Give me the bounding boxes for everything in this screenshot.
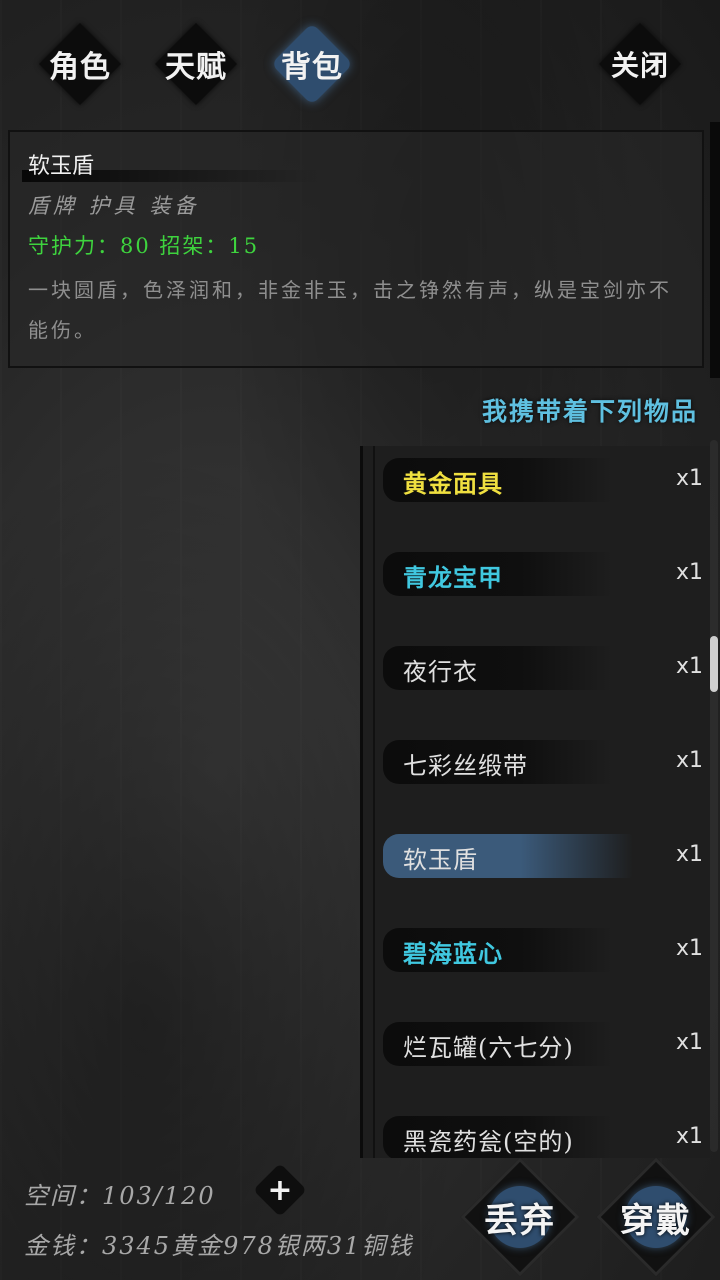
inventory-item-name: 烂瓦罐(六七分) [403,1034,574,1062]
inventory-scroll-thumb[interactable] [710,636,718,692]
inventory-item[interactable]: 青龙宝甲 x1 [383,546,710,602]
inventory-title: 我携带着下列物品 [481,397,698,426]
tab-backpack[interactable]: 背包 [270,22,354,106]
discard-label: 丢弃 [484,1200,556,1241]
item-detail-name: 软玉盾 [28,154,95,179]
inventory-item-selected[interactable]: 软玉盾 x1 [383,828,710,884]
inventory-item-qty: x1 [675,466,703,491]
tab-label: 天赋 [165,50,227,85]
inventory-item-qty: x1 [675,748,703,773]
list-divider [373,446,375,1158]
plus-icon: + [267,1172,293,1208]
inventory-item-qty: x1 [675,1030,703,1055]
inventory-item[interactable]: 黑瓷药瓮(空的) x1 [383,1110,710,1158]
expand-space-button[interactable]: + [253,1163,307,1217]
tab-talent[interactable]: 天赋 [154,22,238,106]
inventory-item[interactable]: 碧海蓝心 x1 [383,922,710,978]
item-detail-stats: 守护力：80 招架：15 [28,234,260,258]
inventory-item-name: 七彩丝缎带 [403,752,528,780]
inventory-item-name: 碧海蓝心 [403,939,503,968]
close-button[interactable]: 关闭 [598,22,682,106]
panel-edge [710,122,720,378]
inventory-scrollbar[interactable] [710,440,718,1152]
inventory-item-qty: x1 [675,1124,703,1149]
inventory-item-name: 黄金面具 [403,469,503,498]
inventory-item[interactable]: 烂瓦罐(六七分) x1 [383,1016,710,1072]
equip-button[interactable]: 穿戴 [596,1157,716,1277]
inventory-list[interactable]: 黄金面具 x1 青龙宝甲 x1 夜行衣 x1 七彩丝缎带 x1 软玉盾 x1 碧… [360,446,710,1158]
inventory-item-qty: x1 [675,936,703,961]
tab-character[interactable]: 角色 [38,22,122,106]
inventory-item-name: 黑瓷药瓮(空的) [403,1128,574,1156]
close-label: 关闭 [610,49,669,82]
inventory-item[interactable]: 七彩丝缎带 x1 [383,734,710,790]
inventory-item[interactable]: 黄金面具 x1 [383,452,710,508]
money-amount: 金钱：3345黄金978银两31铜钱 [24,1232,414,1260]
tab-label: 角色 [49,50,111,85]
inventory-item-name: 软玉盾 [403,846,478,874]
inventory-item-name: 青龙宝甲 [403,563,503,592]
equip-label: 穿戴 [620,1200,692,1241]
inventory-item-qty: x1 [675,842,703,867]
item-detail-description: 一块圆盾，色泽润和，非金非玉，击之铮然有声，纵是宝剑亦不能伤。 [28,278,672,342]
item-detail-panel: 软玉盾 盾牌 护具 装备 守护力：80 招架：15 一块圆盾，色泽润和，非金非玉… [8,130,704,368]
item-detail-type: 盾牌 护具 装备 [28,194,200,218]
discard-button[interactable]: 丢弃 [460,1157,580,1277]
inventory-item[interactable]: 夜行衣 x1 [383,640,710,696]
inventory-item-qty: x1 [675,560,703,585]
space-capacity: 空间：103/120 [24,1182,216,1210]
inventory-item-name: 夜行衣 [403,658,478,686]
tab-label: 背包 [281,50,343,85]
inventory-item-qty: x1 [675,654,703,679]
